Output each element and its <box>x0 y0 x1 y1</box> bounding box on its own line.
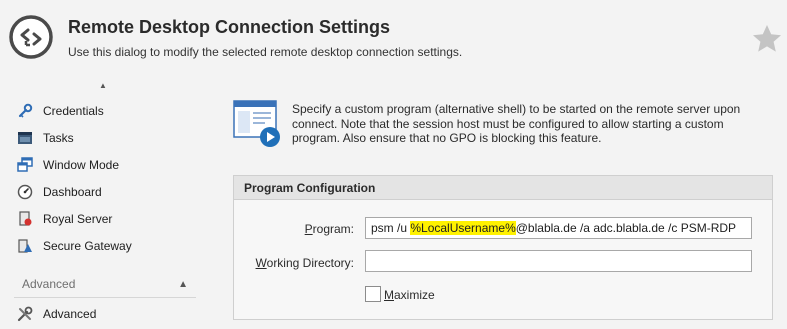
sidebar-item-label: Advanced <box>43 307 97 321</box>
sidebar-item-label: Secure Gateway <box>43 239 132 253</box>
window-mode-icon <box>16 156 34 174</box>
chevron-up-icon: ▲ <box>178 278 188 290</box>
dialog-title: Remote Desktop Connection Settings <box>68 17 391 37</box>
secure-gateway-icon <box>16 237 34 255</box>
program-input[interactable]: psm /u %LocalUsername%@blabla.de /a adc.… <box>365 217 752 239</box>
key-icon <box>16 102 34 120</box>
sidebar-item-window-mode[interactable]: Window Mode <box>16 153 196 177</box>
sidebar-item-dashboard[interactable]: Dashboard <box>16 180 196 204</box>
working-directory-input[interactable] <box>365 250 752 272</box>
tools-icon <box>16 305 34 323</box>
dialog-header: Remote Desktop Connection Settings Use t… <box>0 0 787 78</box>
maximize-label[interactable]: Maximize <box>384 288 435 302</box>
info-description: Specify a custom program (alternative sh… <box>292 102 741 145</box>
sidebar-item-secure-gateway[interactable]: Secure Gateway <box>16 234 196 258</box>
section-divider <box>14 297 196 298</box>
dialog-subtitle: Use this dialog to modify the selected r… <box>68 45 463 59</box>
tasks-icon <box>16 129 34 147</box>
star-icon[interactable] <box>751 23 783 55</box>
program-configuration-group: Program Configuration Program: psm /u %L… <box>233 175 773 320</box>
maximize-checkbox[interactable] <box>365 286 381 302</box>
sidebar-item-credentials[interactable]: Credentials <box>16 99 196 123</box>
sidebar-item-label: Royal Server <box>43 212 113 226</box>
sidebar-item-label: Credentials <box>43 104 104 118</box>
program-label: Program: <box>304 222 354 236</box>
sidebar: ▲ Credentials Tasks Window Mode Dashboar… <box>0 78 205 329</box>
sidebar-item-advanced[interactable]: Advanced <box>16 302 196 326</box>
working-directory-label: Working Directory: <box>255 256 354 270</box>
sidebar-item-label: Window Mode <box>43 158 120 172</box>
section-header-advanced[interactable]: Advanced ▲ <box>14 273 196 295</box>
sidebar-item-royal-server[interactable]: Royal Server <box>16 207 196 231</box>
sidebar-item-label: Dashboard <box>43 185 102 199</box>
section-header-label: Advanced <box>22 277 76 291</box>
sidebar-item-label: Tasks <box>43 131 74 145</box>
sidebar-scroll-up-icon[interactable]: ▲ <box>99 81 107 91</box>
sidebar-item-tasks[interactable]: Tasks <box>16 126 196 150</box>
remote-desktop-icon <box>9 15 53 59</box>
royal-server-icon <box>16 210 34 228</box>
dashboard-icon <box>16 183 34 201</box>
program-play-icon <box>233 100 280 147</box>
group-title: Program Configuration <box>234 176 772 200</box>
